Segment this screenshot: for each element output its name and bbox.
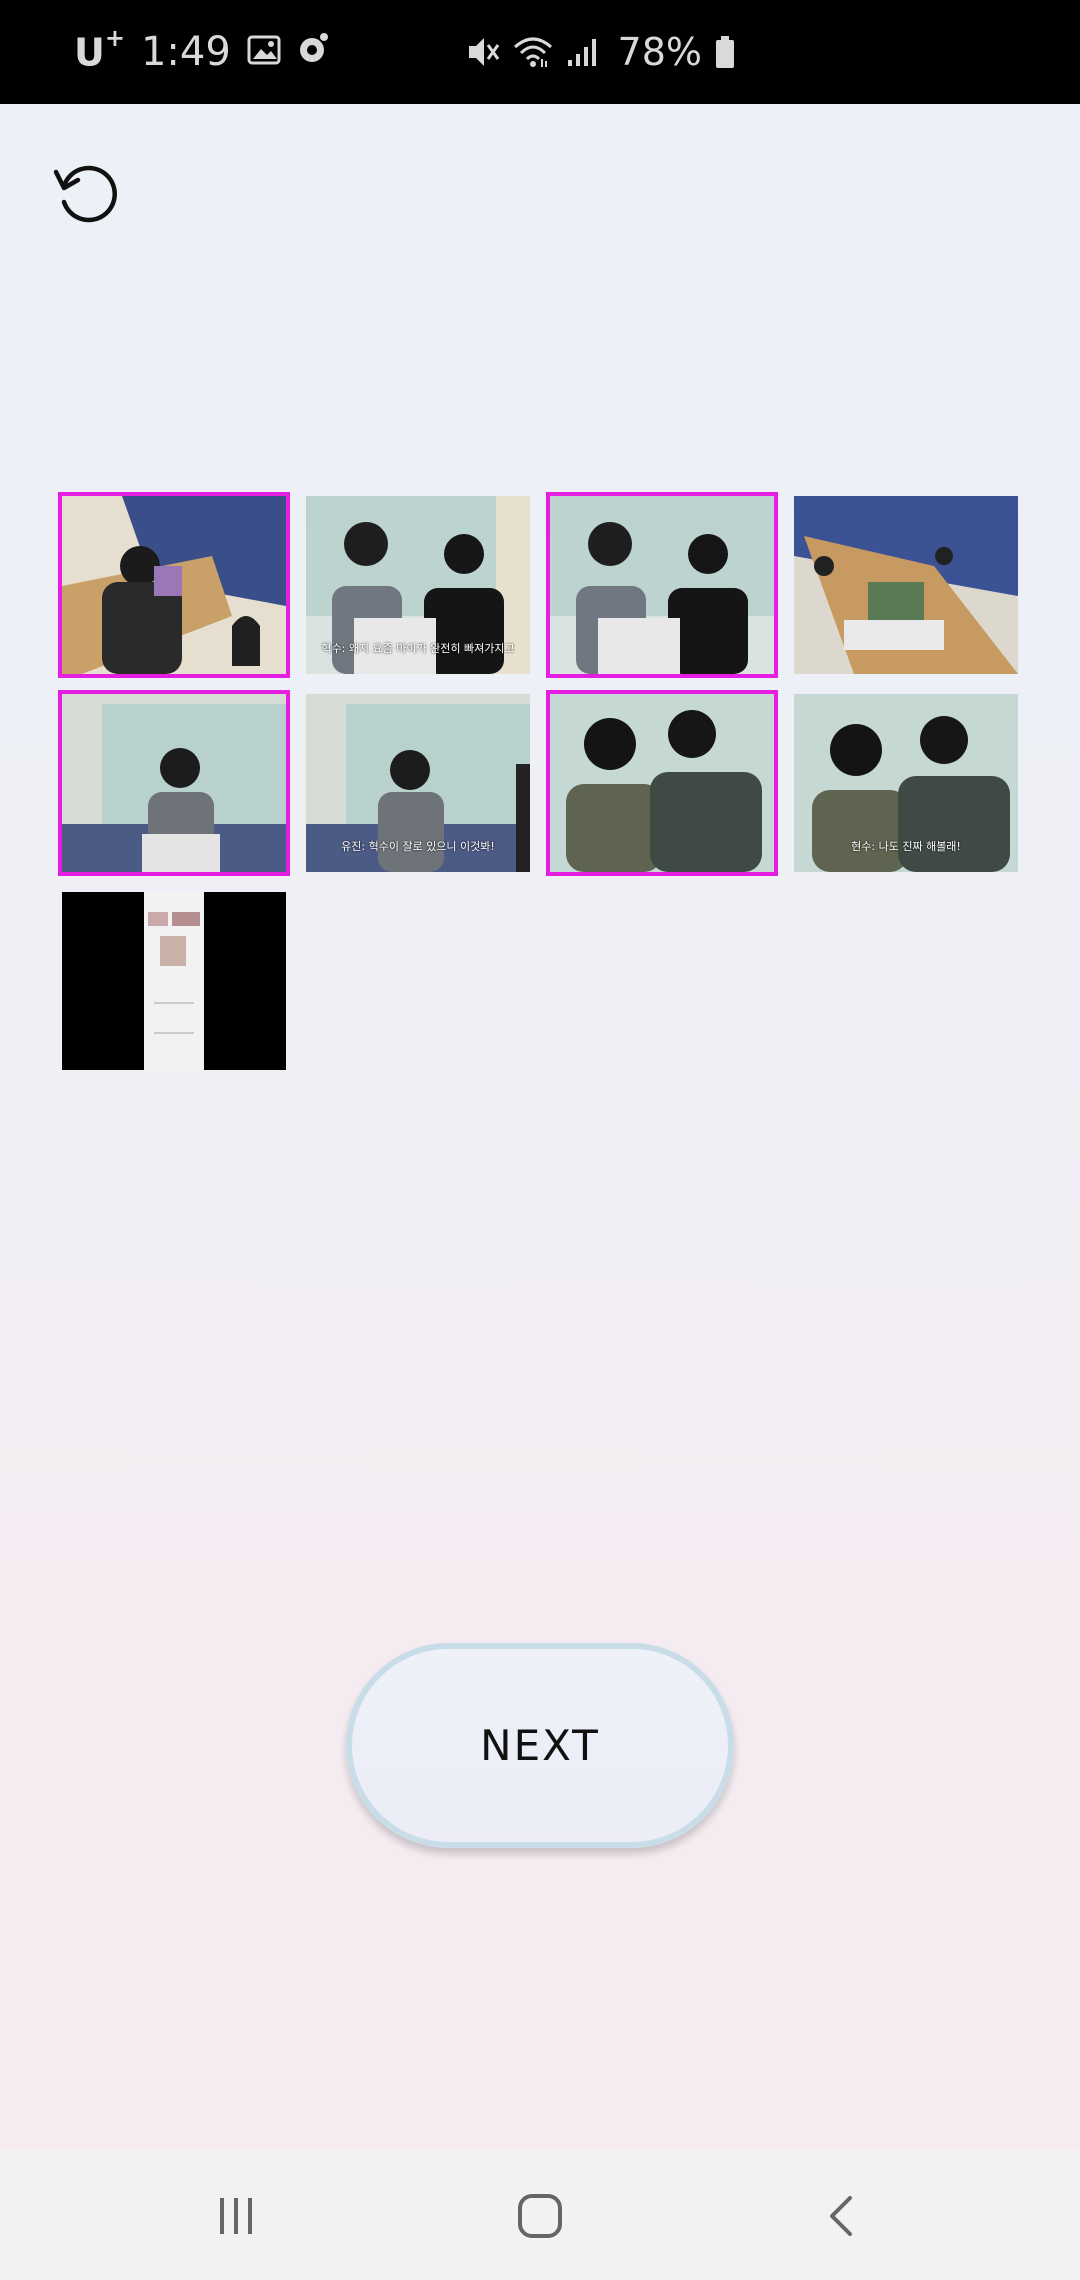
thumbnail-8-caption: 현수: 나도 진짜 해볼래! bbox=[851, 840, 961, 853]
home-icon bbox=[518, 2194, 562, 2238]
back-icon bbox=[830, 2196, 852, 2236]
record-notification-icon bbox=[297, 29, 331, 75]
status-time: 1:49 bbox=[140, 29, 231, 75]
thumbnail-3-image bbox=[550, 496, 774, 674]
navigation-bar bbox=[0, 2150, 1080, 2280]
battery-icon bbox=[714, 35, 736, 69]
thumbnail-5-image bbox=[62, 694, 286, 872]
gallery-notification-icon bbox=[247, 29, 281, 75]
thumbnail-4-image bbox=[794, 496, 1018, 674]
wifi-icon bbox=[512, 35, 554, 69]
home-button[interactable] bbox=[480, 2150, 600, 2280]
thumbnail-5[interactable] bbox=[58, 690, 290, 876]
thumbnail-4[interactable] bbox=[794, 496, 1018, 674]
signal-icon bbox=[566, 36, 600, 68]
thumbnail-6[interactable]: 유진: 혁수이 잘로 있으니 이것봐! bbox=[306, 694, 530, 872]
back-button[interactable] bbox=[782, 2150, 902, 2280]
thumbnail-7[interactable] bbox=[546, 690, 778, 876]
thumbnail-2[interactable]: 혁수: 왜지 요즘 마이가 완전히 빠져가지고 bbox=[306, 496, 530, 674]
thumbnail-1-image bbox=[62, 496, 286, 674]
recent-apps-button[interactable] bbox=[176, 2150, 296, 2280]
refresh-button[interactable] bbox=[50, 158, 122, 230]
vibrate-mute-icon bbox=[466, 34, 500, 70]
thumbnail-6-caption: 유진: 혁수이 잘로 있으니 이것봐! bbox=[341, 840, 495, 853]
recent-apps-icon bbox=[220, 2198, 252, 2234]
status-bar: U+ 1:49 78% bbox=[0, 0, 1080, 104]
refresh-icon bbox=[53, 165, 117, 223]
thumbnail-1[interactable] bbox=[58, 492, 290, 678]
thumbnail-9[interactable] bbox=[62, 892, 286, 1070]
carrier-label: U+ bbox=[74, 23, 125, 75]
thumbnail-7-image bbox=[550, 694, 774, 872]
battery-percent: 78% bbox=[617, 30, 702, 74]
thumbnail-2-caption: 혁수: 왜지 요즘 마이가 완전히 빠져가지고 bbox=[321, 642, 515, 655]
next-button[interactable]: NEXT bbox=[346, 1643, 734, 1848]
thumbnail-9-image bbox=[62, 892, 286, 1070]
thumbnail-3[interactable] bbox=[546, 492, 778, 678]
thumbnail-8[interactable]: 현수: 나도 진짜 해볼래! bbox=[794, 694, 1018, 872]
